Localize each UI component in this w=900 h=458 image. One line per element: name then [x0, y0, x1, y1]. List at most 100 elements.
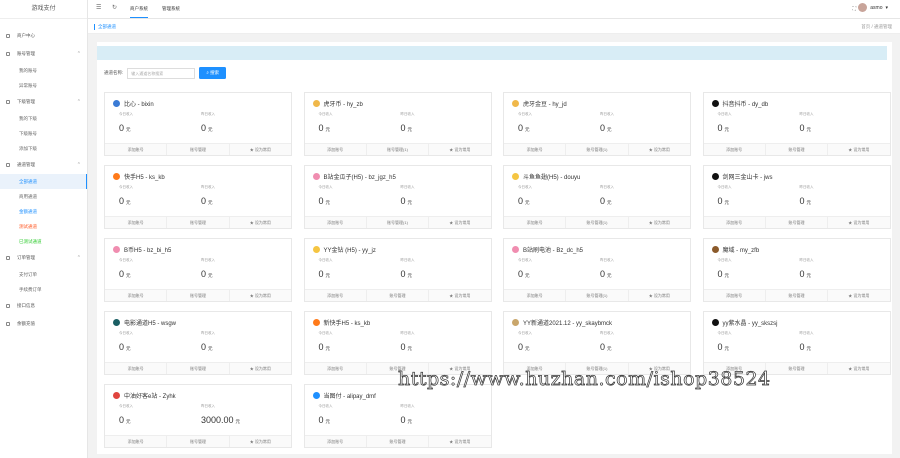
today-amount: 0	[119, 196, 125, 206]
set-common-button[interactable]: ★ 设为常用	[428, 217, 490, 228]
add-account-button[interactable]: 添加账号	[105, 363, 166, 374]
set-common-button[interactable]: ★ 设为常用	[428, 144, 490, 155]
currency-unit: 元	[806, 200, 812, 205]
set-common-button[interactable]: ★ 设为常用	[428, 290, 490, 301]
set-common-button[interactable]: ★ 设为常用	[228, 144, 291, 155]
sidebar-item[interactable]: 支付订单	[0, 267, 87, 282]
tab-merchant-system[interactable]: 商户系统	[130, 0, 148, 18]
set-common-button[interactable]: ★ 设为常用	[827, 217, 889, 228]
manage-accounts-button[interactable]: 账号管理(1)	[565, 217, 627, 228]
add-account-button[interactable]: 添加账号	[105, 144, 166, 155]
set-common-button[interactable]: ★ 设为常用	[627, 217, 690, 228]
yesterday-amount: 0	[600, 269, 606, 279]
add-account-button[interactable]: 添加账号	[704, 290, 765, 301]
sidebar-item[interactable]: 我的下级	[0, 111, 87, 126]
sidebar-group[interactable]: 通道管理 ⌃	[0, 156, 87, 174]
today-income-label: 今日收入	[318, 185, 333, 189]
manage-accounts-button[interactable]: 账号管理(1)	[365, 217, 428, 228]
channel-logo-icon	[113, 246, 120, 253]
manage-accounts-button[interactable]: 账号管理	[166, 290, 228, 301]
breadcrumb-bar: 全部通道 首页 / 通道管理	[88, 19, 900, 34]
menu-toggle-icon[interactable]: ☰	[96, 4, 101, 11]
add-account-button[interactable]: 添加账号	[105, 436, 166, 447]
set-common-button[interactable]: ★ 设为常用	[228, 290, 291, 301]
manage-accounts-button[interactable]: 账号管理(1)	[565, 144, 627, 155]
manage-accounts-button[interactable]: 账号管理(1)	[565, 290, 627, 301]
yesterday-income-label: 昨日收入	[400, 404, 415, 408]
manage-accounts-button[interactable]: 账号管理	[166, 217, 228, 228]
channel-name: 比心 - bixin	[124, 102, 154, 108]
currency-unit: 元	[325, 346, 331, 351]
user-menu[interactable]: asmo ▾	[858, 3, 888, 12]
yesterday-income-label: 昨日收入	[201, 258, 215, 262]
set-common-button[interactable]: ★ 设为常用	[827, 363, 889, 374]
search-button[interactable]: ⌕ 搜索	[199, 67, 227, 79]
channel-card: B币H5 - bz_bi_h5 今日收入 昨日收入 0 元 0 元添加账号 账号管理 ★ 设为常…	[104, 238, 292, 302]
sidebar-item[interactable]: 已测试通道	[0, 234, 87, 249]
yesterday-amount: 0	[799, 342, 805, 352]
set-common-button[interactable]: ★ 设为常用	[428, 436, 490, 447]
channel-title: 虎牙金豆 - hy_jd	[512, 99, 567, 108]
yesterday-income-label: 昨日收入	[799, 258, 814, 262]
manage-accounts-button[interactable]: 账号管理	[365, 290, 428, 301]
refresh-icon[interactable]: ↻	[112, 4, 117, 11]
sidebar-item[interactable]: 添加下级	[0, 141, 87, 156]
tab-admin-system[interactable]: 管理系统	[162, 0, 180, 18]
manage-accounts-button[interactable]: 账号管理	[166, 436, 228, 447]
manage-accounts-button[interactable]: 账号管理	[166, 144, 228, 155]
set-common-button[interactable]: ★ 设为常用	[827, 290, 889, 301]
sidebar-item[interactable]: 商用通道	[0, 189, 87, 204]
add-account-button[interactable]: 添加账号	[504, 144, 565, 155]
sidebar-item-home[interactable]: 商户中心	[0, 27, 87, 45]
manage-accounts-button[interactable]: 账号管理	[764, 144, 827, 155]
sidebar-group[interactable]: 账号管理 ⌃	[0, 45, 87, 63]
manage-accounts-button[interactable]: 账号管理	[764, 217, 827, 228]
add-account-button[interactable]: 添加账号	[305, 217, 366, 228]
sidebar-item[interactable]: 手续费订单	[0, 282, 87, 297]
currency-unit: 元	[325, 419, 331, 424]
channel-title: YY金钻 (H5) - yy_jz	[312, 245, 376, 254]
add-account-button[interactable]: 添加账号	[305, 144, 366, 155]
sidebar-group[interactable]: 下级管理 ⌃	[0, 93, 87, 111]
channel-title: 电影通道H5 - wsgw	[113, 318, 176, 327]
add-account-button[interactable]: 添加账号	[105, 290, 166, 301]
add-account-button[interactable]: 添加账号	[305, 290, 366, 301]
set-common-button[interactable]: ★ 设为常用	[228, 436, 291, 447]
sidebar-group[interactable]: 订单管理 ⌃	[0, 249, 87, 267]
sidebar-item[interactable]: 我的账号	[0, 63, 87, 78]
set-common-button[interactable]: ★ 设为常用	[827, 144, 889, 155]
add-account-button[interactable]: 添加账号	[305, 363, 366, 374]
yesterday-income-value: 0元	[800, 342, 812, 352]
sidebar-item[interactable]: 异常账号	[0, 78, 87, 93]
manage-accounts-button[interactable]: 账号管理	[764, 290, 827, 301]
sidebar-item[interactable]: 接口信息	[0, 297, 87, 315]
sidebar-item[interactable]: 金额通道	[0, 204, 87, 219]
sidebar-item[interactable]: 全部通道	[0, 174, 87, 189]
add-account-button[interactable]: 添加账号	[704, 217, 765, 228]
breadcrumb[interactable]: 首页 / 通道管理	[861, 24, 892, 30]
add-account-button[interactable]: 添加账号	[305, 436, 366, 447]
sidebar-item[interactable]: 余额充值	[0, 315, 87, 333]
currency-unit: 元	[607, 200, 612, 205]
channel-logo-icon	[711, 319, 719, 326]
currency-unit: 元	[724, 273, 730, 278]
add-account-button[interactable]: 添加账号	[704, 144, 765, 155]
manage-accounts-button[interactable]: 账号管理	[764, 363, 827, 374]
add-account-button[interactable]: 添加账号	[504, 217, 565, 228]
add-account-button[interactable]: 添加账号	[504, 290, 565, 301]
set-common-button[interactable]: ★ 设为常用	[228, 217, 291, 228]
yesterday-income-value: 0元	[600, 123, 612, 133]
sidebar-item[interactable]: 下级账号	[0, 126, 87, 141]
manage-accounts-button[interactable]: 账号管理	[365, 436, 428, 447]
add-account-button[interactable]: 添加账号	[105, 217, 166, 228]
fullscreen-icon[interactable]: ⛶	[852, 6, 856, 12]
manage-accounts-button[interactable]: 账号管理	[166, 363, 228, 374]
set-common-button[interactable]: ★ 设为常用	[228, 363, 291, 374]
yesterday-income-label: 昨日收入	[600, 112, 614, 116]
set-common-button[interactable]: ★ 设为常用	[627, 144, 690, 155]
search-input[interactable]: 输入通道名称搜索	[127, 67, 196, 79]
manage-accounts-button[interactable]: 账号管理(1)	[365, 144, 428, 155]
sidebar-item[interactable]: 测试通道	[0, 219, 87, 234]
today-amount: 0	[518, 196, 524, 206]
set-common-button[interactable]: ★ 设为常用	[627, 290, 690, 301]
